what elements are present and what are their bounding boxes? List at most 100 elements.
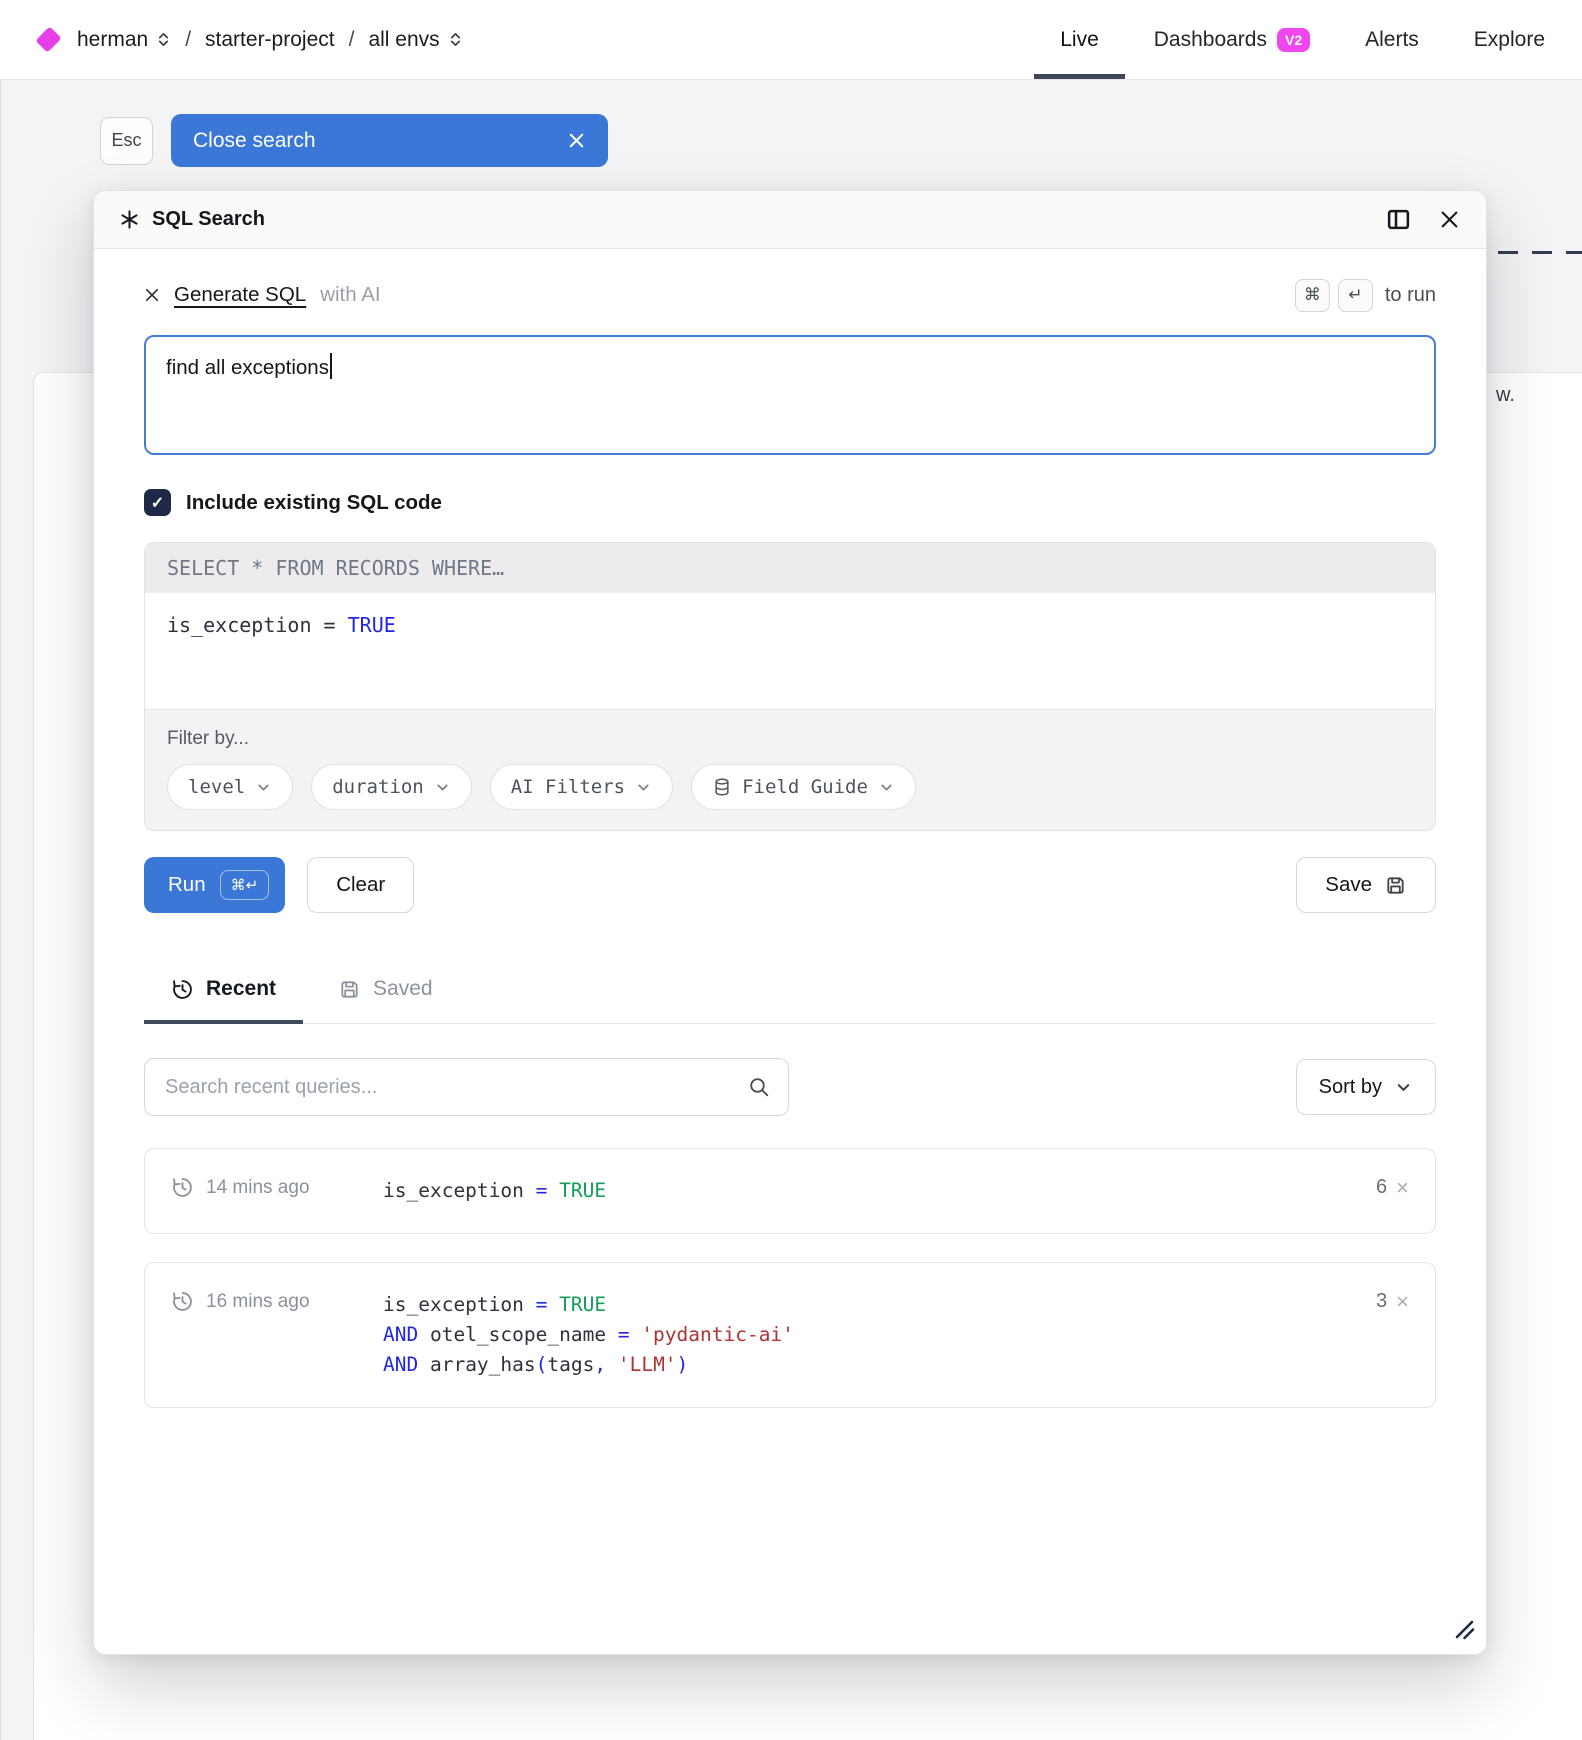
sql-token: TRUE	[348, 613, 396, 637]
nav-tab-explore-label: Explore	[1474, 28, 1545, 52]
v2-badge: V2	[1277, 28, 1310, 52]
tab-saved-label: Saved	[373, 977, 433, 1001]
query-sql-line: is_exception = TRUE	[383, 1176, 606, 1206]
chevron-down-icon	[635, 779, 652, 796]
environment-selector[interactable]: all envs	[368, 28, 462, 52]
clear-button[interactable]: Clear	[307, 857, 414, 913]
filter-by-label: Filter by...	[167, 728, 1413, 750]
remove-query-icon[interactable]: ×	[1396, 1291, 1409, 1313]
org-selector[interactable]: herman	[77, 28, 171, 52]
recent-query-row[interactable]: 16 mins ago is_exception = TRUE AND otel_s…	[144, 1262, 1436, 1408]
nav-tab-explore[interactable]: Explore	[1474, 0, 1545, 79]
enter-keycap: ↵	[1338, 279, 1373, 312]
sql-search-modal: SQL Search Generate SQL with AI	[93, 190, 1487, 1655]
generate-sql-link[interactable]: Generate SQL	[174, 283, 306, 307]
save-label: Save	[1325, 873, 1372, 897]
filter-chip-label: level	[188, 776, 245, 798]
history-icon	[171, 978, 194, 1001]
dock-panel-icon[interactable]	[1386, 207, 1411, 232]
include-sql-label: Include existing SQL code	[186, 491, 442, 515]
app-screen: w. herman / starter-project / all envs	[0, 0, 1582, 1740]
background-dashed-line	[1498, 251, 1582, 254]
nav-tab-live[interactable]: Live	[1060, 0, 1099, 79]
modal-header: SQL Search	[94, 191, 1486, 249]
query-run-count: 6	[1376, 1176, 1387, 1199]
sparkle-asterisk-icon	[120, 210, 139, 229]
sql-token: =	[536, 1293, 559, 1316]
sql-token: AND	[383, 1323, 430, 1346]
sql-token: TRUE	[559, 1293, 606, 1316]
run-label: Run	[168, 873, 206, 897]
sql-token: array_has	[430, 1353, 536, 1376]
clipped-background-text: w.	[1496, 384, 1515, 407]
close-modal-icon[interactable]	[1439, 209, 1460, 230]
include-sql-checkbox[interactable]	[144, 489, 171, 516]
updown-icon	[156, 31, 171, 48]
project-link[interactable]: starter-project	[205, 28, 335, 52]
filter-chip-duration[interactable]: duration	[311, 764, 472, 810]
chevron-down-icon	[434, 779, 451, 796]
dismiss-ai-icon[interactable]	[144, 287, 160, 303]
remove-query-icon[interactable]: ×	[1396, 1177, 1409, 1199]
sql-token: 'LLM'	[618, 1353, 677, 1376]
query-sql: is_exception = TRUE	[383, 1176, 606, 1206]
query-run-count: 3	[1376, 1290, 1387, 1313]
query-sql: is_exception = TRUE AND otel_scope_name =…	[383, 1290, 794, 1380]
nav-tab-alerts[interactable]: Alerts	[1365, 0, 1419, 79]
nav-tab-dashboards[interactable]: Dashboards V2	[1154, 0, 1310, 79]
filter-chip-ai-filters[interactable]: AI Filters	[490, 764, 673, 810]
sql-token: ,	[594, 1353, 617, 1376]
sql-token: (	[536, 1353, 548, 1376]
save-button[interactable]: Save	[1296, 857, 1436, 913]
modal-title: SQL Search	[152, 208, 265, 231]
tab-recent[interactable]: Recent	[144, 977, 303, 1023]
tab-saved[interactable]: Saved	[311, 977, 460, 1023]
updown-icon	[448, 31, 463, 48]
sql-token: =	[536, 1179, 559, 1202]
ai-prompt-input[interactable]: find all exceptions	[144, 335, 1436, 455]
query-timestamp: 16 mins ago	[206, 1291, 310, 1313]
close-icon	[567, 131, 586, 150]
nav-tab-live-label: Live	[1060, 28, 1099, 52]
query-sql-line: AND otel_scope_name = 'pydantic-ai'	[383, 1320, 794, 1350]
recent-query-row[interactable]: 14 mins agois_exception = TRUE6×	[144, 1148, 1436, 1234]
with-ai-label: with AI	[320, 283, 380, 307]
history-icon	[171, 1176, 194, 1199]
active-tab-underline	[1034, 74, 1125, 79]
actions-row: Run ⌘↵ Clear Save	[144, 857, 1436, 913]
floppy-icon	[338, 978, 361, 1001]
sort-by-button[interactable]: Sort by	[1296, 1059, 1436, 1115]
sql-token: is_exception	[383, 1293, 536, 1316]
sql-token: =	[618, 1323, 641, 1346]
run-shortcut-badge: ⌘↵	[220, 870, 270, 900]
top-navigation-bar: herman / starter-project / all envs Live	[0, 0, 1582, 80]
project-name: starter-project	[205, 28, 335, 52]
sql-editor-header: SELECT * FROM RECORDS WHERE…	[145, 543, 1435, 593]
sql-token: is_exception =	[167, 613, 348, 637]
include-sql-checkbox-row[interactable]: Include existing SQL code	[144, 489, 1436, 516]
text-cursor	[330, 353, 332, 379]
search-recent-queries-input[interactable]	[144, 1058, 789, 1116]
query-sql-line: AND array_has(tags, 'LLM')	[383, 1350, 794, 1380]
resize-handle[interactable]	[1450, 1615, 1476, 1646]
save-floppy-icon	[1384, 874, 1407, 897]
sql-token: tags	[547, 1353, 594, 1376]
sql-token: AND	[383, 1353, 430, 1376]
esc-keycap: Esc	[100, 117, 153, 165]
close-search-label: Close search	[193, 129, 316, 153]
recent-search-row: Sort by	[144, 1058, 1436, 1116]
close-search-bar: Esc Close search	[100, 114, 608, 167]
filter-chip-level[interactable]: level	[167, 764, 293, 810]
sql-token: TRUE	[559, 1179, 606, 1202]
sql-editor-code[interactable]: is_exception = TRUE	[145, 593, 1435, 709]
main-nav: Live Dashboards V2 Alerts Explore	[1060, 0, 1545, 79]
filter-chip-field-guide[interactable]: Field Guide	[691, 764, 916, 810]
run-button[interactable]: Run ⌘↵	[144, 857, 285, 913]
generate-sql-row: Generate SQL with AI ⌘ ↵ to run	[144, 275, 1436, 315]
history-icon	[171, 1290, 194, 1313]
sql-token: otel_scope_name	[430, 1323, 618, 1346]
filter-chip-label: Field Guide	[742, 776, 868, 798]
filter-section: Filter by... level duration AI Filters Fiel…	[145, 709, 1435, 830]
sql-token: 'pydantic-ai'	[641, 1323, 794, 1346]
close-search-button[interactable]: Close search	[171, 114, 608, 167]
